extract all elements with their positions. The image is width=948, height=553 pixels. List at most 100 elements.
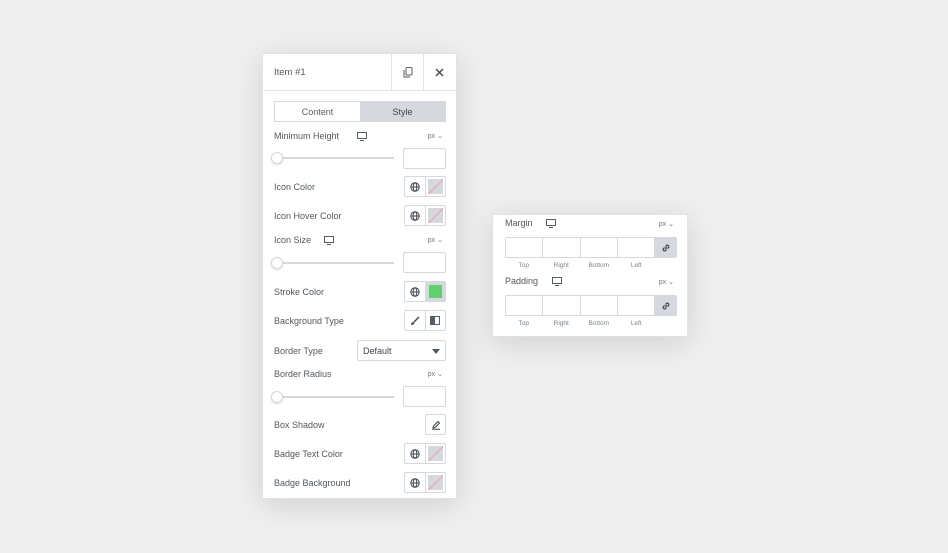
color-swatch-button[interactable] — [424, 282, 445, 301]
minimum-height-slider[interactable] — [271, 152, 394, 164]
minimum-height-unit-select[interactable]: px ⌄ — [428, 132, 443, 140]
margin-left-input[interactable] — [617, 238, 656, 257]
background-type-choices — [404, 310, 446, 331]
gradient-icon — [430, 316, 441, 325]
stroke-color-swatch — [428, 285, 442, 298]
icon-size-input[interactable] — [403, 252, 446, 273]
empty-color-swatch — [427, 208, 443, 223]
padding-top-input[interactable] — [506, 296, 544, 315]
padding-left-input[interactable] — [617, 296, 656, 315]
icon-size-unit-select[interactable]: px ⌄ — [428, 236, 443, 244]
minimum-height-input[interactable] — [403, 148, 446, 169]
icon-color-label: Icon Color — [274, 182, 316, 192]
border-radius-label: Border Radius — [274, 369, 332, 379]
panel-header: Item #1 — [263, 54, 456, 91]
padding-right-input[interactable] — [543, 296, 581, 315]
link-values-button[interactable] — [655, 238, 676, 257]
icon-hover-color-picker — [404, 205, 446, 226]
globe-icon — [410, 181, 420, 192]
caption-left: Left — [630, 262, 642, 269]
margin-captions: Top Right Bottom Left — [505, 262, 656, 269]
unit-label: px — [658, 279, 667, 286]
color-swatch-button[interactable] — [424, 444, 446, 463]
stroke-color-picker — [404, 281, 446, 302]
tab-content[interactable]: Content — [275, 102, 360, 121]
duplicate-button[interactable] — [391, 54, 423, 90]
margin-top-input[interactable] — [506, 238, 544, 257]
caption-top: Top — [518, 320, 529, 327]
minimum-height-label: Minimum Height — [274, 131, 340, 141]
chevron-down-icon: ⌄ — [668, 221, 674, 228]
global-colors-button[interactable] — [405, 444, 425, 463]
border-radius-input[interactable] — [403, 386, 446, 407]
style-panel: Item #1 Content Style Minimum Height px … — [262, 53, 457, 499]
globe-icon — [410, 448, 420, 459]
unit-label: px — [658, 221, 667, 228]
caption-top: Top — [518, 262, 529, 269]
box-shadow-label: Box Shadow — [274, 420, 325, 430]
background-type-label: Background Type — [274, 316, 344, 326]
background-classic-button[interactable] — [405, 311, 425, 330]
color-swatch-button[interactable] — [424, 177, 446, 196]
caption-bottom: Bottom — [588, 320, 610, 327]
desktop-icon[interactable] — [324, 236, 334, 245]
close-button[interactable] — [423, 54, 455, 90]
margin-right-input[interactable] — [543, 238, 581, 257]
margin-unit-select[interactable]: px ⌄ — [659, 220, 674, 228]
spacing-panel: Margin px ⌄ Top Right Bottom Left Paddin… — [492, 214, 688, 337]
unit-label: px — [427, 133, 436, 140]
globe-icon — [410, 477, 420, 488]
caption-right: Right — [553, 320, 569, 327]
link-values-button[interactable] — [655, 296, 676, 315]
color-swatch-button[interactable] — [424, 206, 446, 225]
badge-text-color-picker — [404, 443, 446, 464]
global-colors-button[interactable] — [405, 473, 425, 492]
chevron-down-icon: ⌄ — [437, 237, 443, 244]
caption-right: Right — [553, 262, 569, 269]
border-type-select[interactable]: Default — [357, 340, 446, 361]
chevron-down-icon: ⌄ — [437, 133, 443, 140]
empty-color-swatch — [427, 475, 443, 490]
margin-label: Margin — [505, 218, 533, 228]
margin-bottom-input[interactable] — [580, 238, 618, 257]
slider-handle[interactable] — [271, 152, 283, 164]
globe-icon — [410, 286, 420, 297]
padding-unit-select[interactable]: px ⌄ — [659, 278, 674, 286]
color-swatch-button[interactable] — [424, 473, 446, 492]
copy-icon — [403, 66, 412, 77]
border-type-label: Border Type — [274, 346, 323, 356]
slider-handle[interactable] — [271, 391, 283, 403]
padding-inputs — [505, 295, 677, 316]
close-icon — [435, 68, 444, 76]
icon-color-picker — [404, 176, 446, 197]
icon-size-label: Icon Size — [274, 235, 312, 245]
chevron-down-icon: ⌄ — [668, 279, 674, 286]
padding-bottom-input[interactable] — [580, 296, 618, 315]
icon-size-slider[interactable] — [271, 257, 394, 269]
margin-control: Margin px ⌄ Top Right Bottom Left — [505, 218, 677, 274]
global-colors-button[interactable] — [405, 206, 425, 225]
global-colors-button[interactable] — [405, 177, 425, 196]
icon-color-control: Icon Color — [274, 176, 446, 198]
box-shadow-edit-button[interactable] — [425, 414, 446, 435]
desktop-icon[interactable] — [546, 219, 556, 228]
caption-left: Left — [630, 320, 642, 327]
stroke-color-label: Stroke Color — [274, 287, 325, 297]
stroke-color-control: Stroke Color — [274, 281, 446, 303]
desktop-icon[interactable] — [552, 277, 562, 286]
background-gradient-button[interactable] — [424, 311, 446, 330]
tab-style[interactable]: Style — [360, 102, 445, 121]
border-radius-slider[interactable] — [271, 391, 394, 403]
background-type-control: Background Type — [274, 310, 446, 332]
badge-background-label: Badge Background — [274, 478, 351, 488]
pencil-icon — [431, 420, 440, 430]
desktop-icon[interactable] — [357, 132, 367, 141]
border-radius-unit-select[interactable]: px ⌄ — [428, 370, 443, 378]
global-colors-button[interactable] — [405, 282, 425, 301]
badge-background-control: Badge Background — [274, 472, 446, 494]
slider-handle[interactable] — [271, 257, 283, 269]
caption-bottom: Bottom — [588, 262, 610, 269]
chevron-down-icon: ⌄ — [437, 371, 443, 378]
panel-tabs: Content Style — [274, 101, 446, 122]
margin-inputs — [505, 237, 677, 258]
